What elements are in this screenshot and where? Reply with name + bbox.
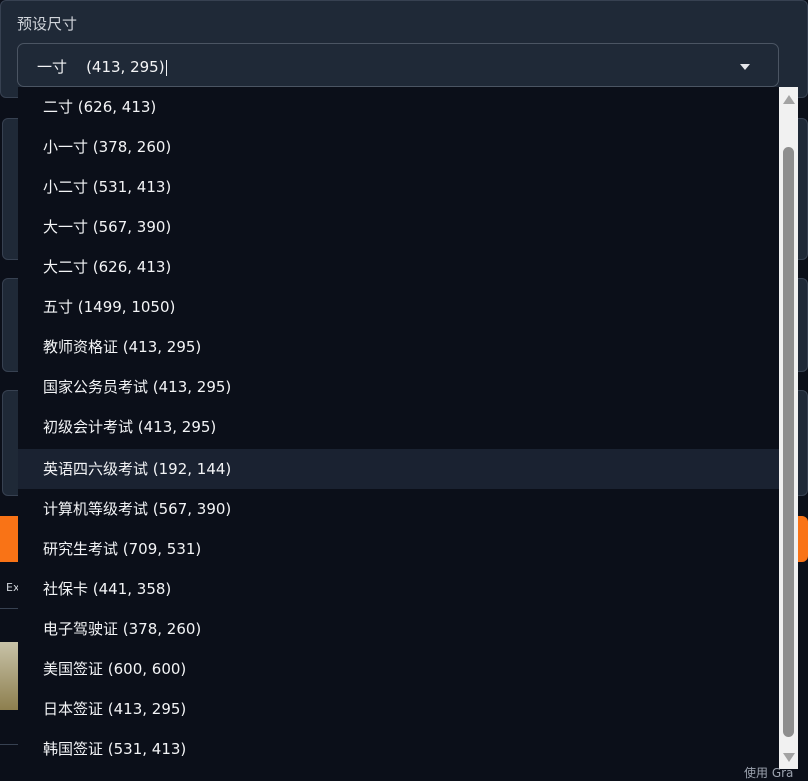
dropdown-option[interactable]: 大二寸 (626, 413)	[18, 247, 779, 287]
primary-button-left-edge[interactable]	[0, 516, 18, 562]
preset-size-label: 预设尺寸	[17, 15, 78, 33]
dropdown-option[interactable]: 二寸 (626, 413)	[18, 87, 779, 127]
scroll-up-arrow-icon[interactable]	[783, 95, 795, 104]
dropdown-option[interactable]: 国家公务员考试 (413, 295)	[18, 367, 779, 407]
dropdown-option[interactable]: 教师资格证 (413, 295)	[18, 327, 779, 367]
dropdown-scrollbar[interactable]	[779, 87, 798, 769]
dropdown-option[interactable]: 小一寸 (378, 260)	[18, 127, 779, 167]
scroll-down-arrow-icon[interactable]	[783, 753, 795, 762]
dropdown-option[interactable]: 韩国签证 (531, 413)	[18, 729, 779, 769]
preset-size-panel: 预设尺寸 一寸 (413, 295)	[0, 0, 808, 98]
dropdown-option-hovered[interactable]: 英语四六级考试 (192, 144)	[18, 449, 779, 489]
chevron-down-icon[interactable]	[740, 64, 750, 70]
preset-size-select[interactable]: 一寸 (413, 295)	[17, 43, 779, 87]
dropdown-option[interactable]: 研究生考试 (709, 531)	[18, 529, 779, 569]
dropdown-option[interactable]: 电子驾驶证 (378, 260)	[18, 609, 779, 649]
footer-partial-text: 使用 Gra	[744, 766, 794, 780]
text-cursor	[165, 59, 167, 76]
divider	[0, 608, 18, 609]
dropdown-option[interactable]: 初级会计考试 (413, 295)	[18, 407, 779, 447]
dropdown-option[interactable]: 日本签证 (413, 295)	[18, 689, 779, 729]
dropdown-option[interactable]: 五寸 (1499, 1050)	[18, 287, 779, 327]
dropdown-option[interactable]: 大一寸 (567, 390)	[18, 207, 779, 247]
divider	[0, 744, 18, 745]
image-thumbnail[interactable]	[0, 642, 18, 710]
scrollbar-thumb[interactable]	[783, 147, 794, 737]
preset-size-value[interactable]: 一寸 (413, 295)	[37, 56, 167, 77]
dropdown-option[interactable]: 计算机等级考试 (567, 390)	[18, 489, 779, 529]
preset-size-dropdown[interactable]: 二寸 (626, 413) 小一寸 (378, 260) 小二寸 (531, 4…	[18, 87, 779, 776]
dropdown-option[interactable]: 美国签证 (600, 600)	[18, 649, 779, 689]
dropdown-option[interactable]: 社保卡 (441, 358)	[18, 569, 779, 609]
dropdown-option[interactable]: 小二寸 (531, 413)	[18, 167, 779, 207]
